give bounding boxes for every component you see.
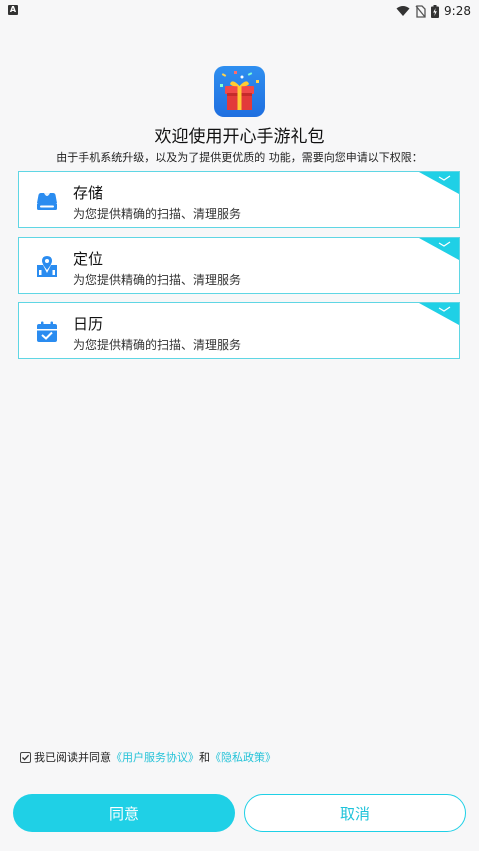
permission-description: 为您提供精确的扫描、清理服务 [73,338,242,352]
gift-box-app-icon [214,66,265,117]
page-title: 欢迎使用开心手游礼包 [154,127,325,147]
permission-name: 日历 [73,315,104,333]
wifi-icon [396,6,410,16]
check-corner-icon [419,172,459,194]
permission-name: 定位 [73,250,104,268]
permission-card-calendar[interactable]: 日历 为您提供精确的扫描、清理服务 [18,302,460,359]
agreement-row: 我已阅读并同意 《用户服务协议》 和 《隐私政策》 [20,749,276,765]
page-subtitle: 由于手机系统升级，以及为了提供更优质的 功能，需要向您申请以下权限： [56,151,423,164]
status-bar: A 9:28 [0,0,479,22]
permission-name: 存储 [73,184,104,202]
agree-button[interactable]: 同意 [13,794,235,832]
check-corner-icon [419,238,459,260]
permission-card-location[interactable]: 定位 为您提供精确的扫描、清理服务 [18,237,460,294]
agreement-prefix: 我已阅读并同意 [34,751,111,764]
check-corner-icon [419,303,459,325]
no-sim-icon [415,4,426,18]
privacy-policy-link[interactable]: 《隐私政策》 [210,749,276,765]
calendar-icon [37,321,57,342]
status-time: 9:28 [444,4,471,18]
storage-icon [37,193,57,210]
agreement-conjunction: 和 [199,751,210,764]
battery-charging-icon [431,4,440,18]
permission-card-storage[interactable]: 存储 为您提供精确的扫描、清理服务 [18,171,460,228]
location-icon [37,256,57,277]
permission-description: 为您提供精确的扫描、清理服务 [73,273,242,287]
cancel-button[interactable]: 取消 [244,794,466,832]
notification-a-icon: A [8,5,18,15]
user-agreement-link[interactable]: 《用户服务协议》 [111,749,199,765]
agreement-checkbox[interactable] [20,751,31,763]
status-icons: 9:28 [396,2,471,20]
permission-description: 为您提供精确的扫描、清理服务 [73,207,242,221]
